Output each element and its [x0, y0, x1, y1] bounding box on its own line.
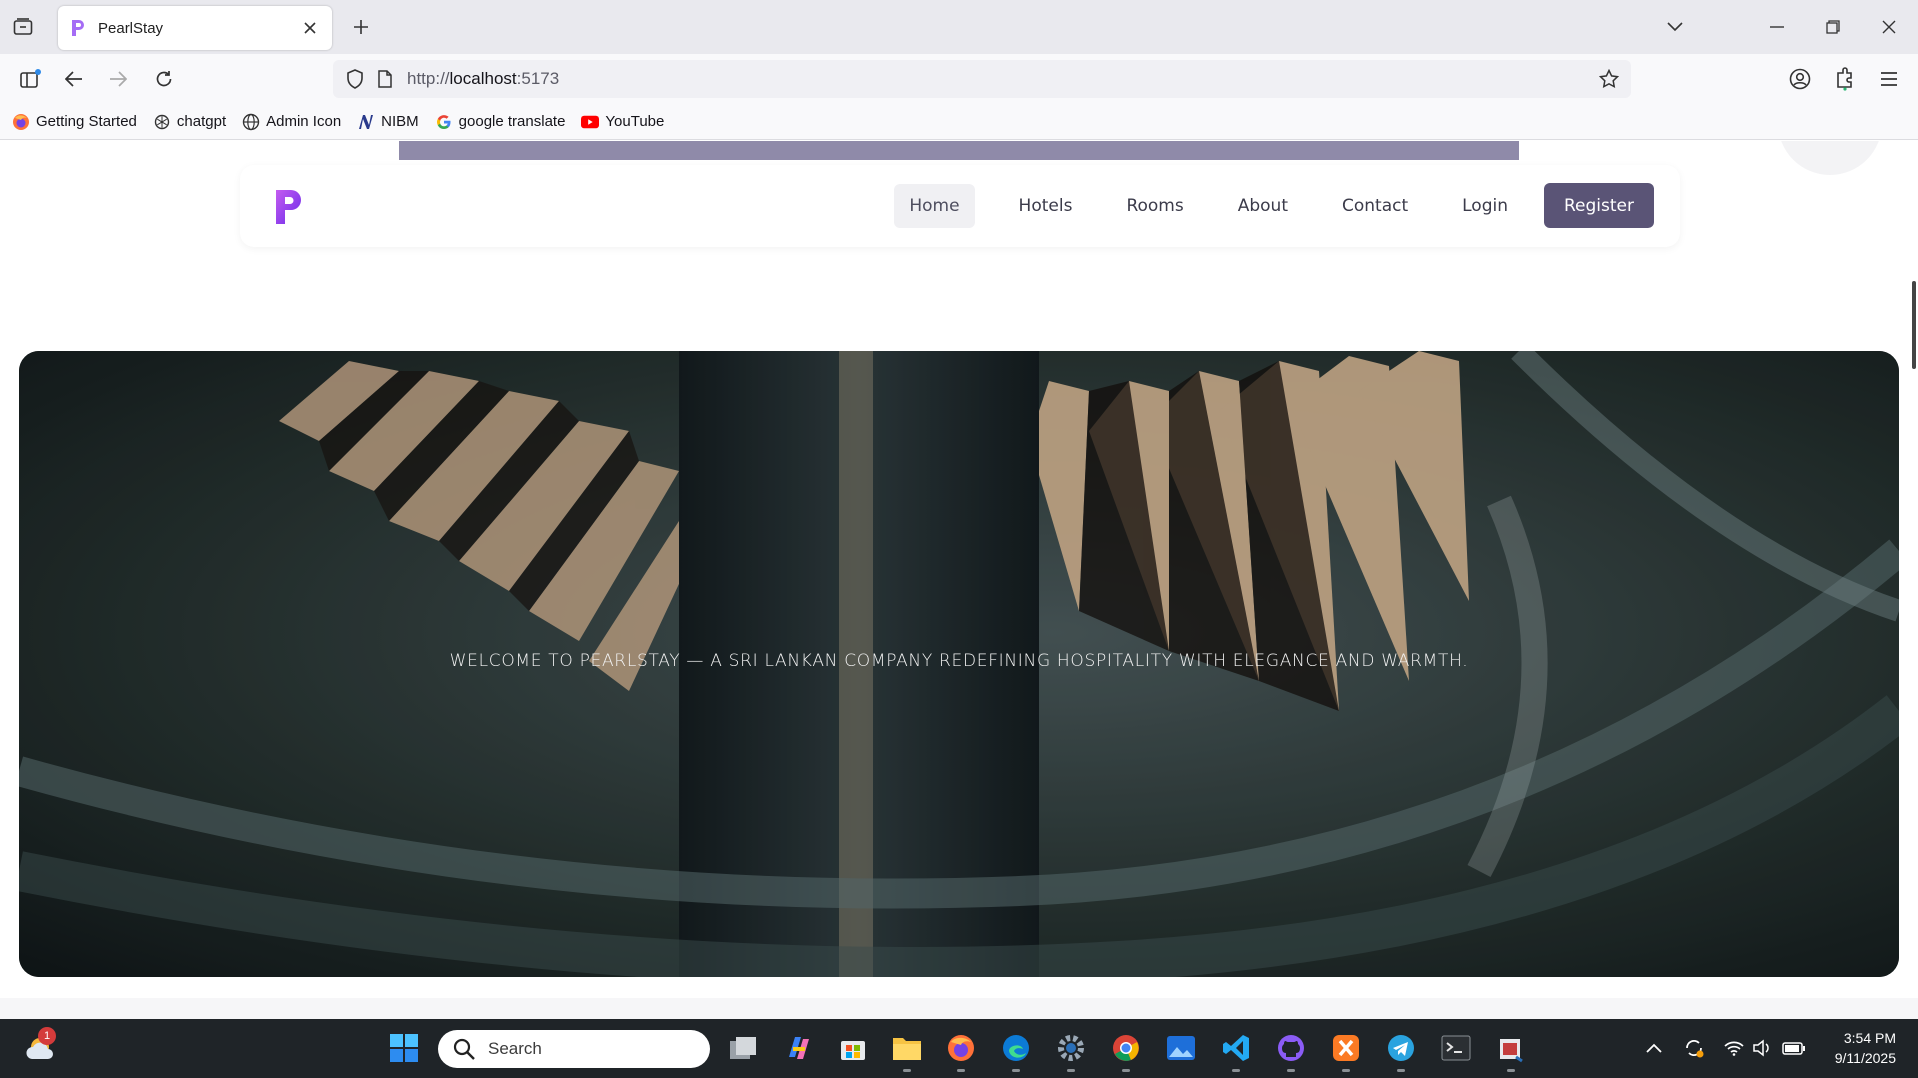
- bookmark-nibm[interactable]: NIBM: [357, 108, 419, 136]
- new-tab-icon[interactable]: [348, 14, 374, 40]
- copilot-icon[interactable]: [781, 1031, 815, 1065]
- weather-badge: 1: [38, 1027, 56, 1045]
- bookmark-label: YouTube: [605, 113, 665, 130]
- bookmark-chatgpt[interactable]: chatgpt: [153, 108, 226, 136]
- back-arrow-icon[interactable]: [58, 63, 90, 95]
- browser-toolbar: http://localhost:5173: [0, 54, 1918, 104]
- nav-hotels[interactable]: Hotels: [997, 184, 1095, 228]
- forward-arrow-icon[interactable]: [102, 63, 134, 95]
- pearlstay-favicon-icon: [72, 20, 84, 36]
- nav-rooms[interactable]: Rooms: [1104, 184, 1205, 228]
- close-window-icon[interactable]: [1874, 12, 1904, 42]
- browser-tab-bar: PearlStay: [0, 0, 1918, 54]
- sidebar-icon[interactable]: [14, 63, 46, 95]
- windows-taskbar: 1 Search 3:54 PM 9/11/2025: [0, 1019, 1918, 1078]
- clock-date: 9/11/2025: [1834, 1050, 1896, 1066]
- chatgpt-icon: [153, 113, 171, 131]
- pearlstay-logo-icon[interactable]: [272, 187, 308, 227]
- hero-video: Welcome to PearlStay — a Sri Lankan comp…: [19, 351, 1899, 977]
- bookmark-google-translate[interactable]: google translate: [435, 108, 566, 136]
- nav-login[interactable]: Login: [1440, 184, 1530, 228]
- next-section: [0, 998, 1918, 1019]
- vscode-icon[interactable]: [1219, 1031, 1253, 1072]
- terminal-icon[interactable]: [1439, 1031, 1473, 1065]
- decorative-strip: [399, 141, 1519, 160]
- restore-icon[interactable]: [1818, 12, 1848, 42]
- microsoft-store-icon[interactable]: [836, 1031, 870, 1065]
- decorative-circle: [1778, 141, 1882, 175]
- github-desktop-icon[interactable]: [1274, 1031, 1308, 1072]
- tab-title: PearlStay: [98, 19, 164, 37]
- app-menu-icon[interactable]: [1873, 63, 1905, 95]
- youtube-icon: [581, 113, 600, 131]
- reload-icon[interactable]: [148, 63, 180, 95]
- bookmark-label: google translate: [458, 113, 566, 130]
- page-viewport: Home Hotels Rooms About Contact Login Re…: [0, 141, 1918, 1019]
- photos-icon[interactable]: [1164, 1031, 1198, 1065]
- bookmark-label: NIBM: [381, 113, 419, 130]
- extensions-icon[interactable]: [1829, 63, 1861, 95]
- show-hidden-icons-chevron-up-icon[interactable]: [1642, 1036, 1666, 1060]
- bookmark-label: Getting Started: [36, 113, 137, 130]
- bookmark-star-icon[interactable]: [1595, 65, 1623, 93]
- nav-contact[interactable]: Contact: [1320, 184, 1430, 228]
- settings-gear-icon[interactable]: [1054, 1031, 1088, 1072]
- file-explorer-icon[interactable]: [890, 1031, 924, 1072]
- telegram-icon[interactable]: [1384, 1031, 1418, 1072]
- hero-tagline: Welcome to PearlStay — a Sri Lankan comp…: [449, 651, 1469, 671]
- main-nav: Home Hotels Rooms About Contact Login Re…: [894, 183, 1654, 228]
- bookmark-label: chatgpt: [176, 113, 227, 130]
- page-scrollbar[interactable]: [1912, 281, 1916, 369]
- list-all-tabs-icon[interactable]: [1660, 12, 1690, 42]
- battery-icon[interactable]: [1782, 1036, 1806, 1060]
- minimize-icon[interactable]: [1762, 12, 1792, 42]
- bookmarks-toolbar: Getting Started chatgpt Admin Icon NIBM …: [0, 104, 1918, 140]
- taskbar-search-input[interactable]: Search: [438, 1030, 710, 1068]
- task-view-icon[interactable]: [726, 1031, 760, 1065]
- site-header: Home Hotels Rooms About Contact Login Re…: [240, 165, 1680, 247]
- google-icon: [435, 113, 453, 131]
- tracking-protection-shield-icon[interactable]: [341, 65, 369, 93]
- nibm-icon: [357, 113, 375, 131]
- xampp-icon[interactable]: [1329, 1031, 1363, 1072]
- windows-start-icon[interactable]: [387, 1031, 421, 1065]
- browser-tab-active[interactable]: PearlStay: [58, 6, 332, 50]
- address-bar[interactable]: http://localhost:5173: [333, 60, 1631, 98]
- clock-time: 3:54 PM: [1843, 1030, 1896, 1046]
- search-placeholder: Search: [488, 1039, 542, 1058]
- close-tab-icon[interactable]: [300, 18, 320, 38]
- nav-home[interactable]: Home: [894, 183, 975, 228]
- bookmark-youtube[interactable]: YouTube: [581, 108, 664, 136]
- nav-about[interactable]: About: [1216, 184, 1310, 228]
- page-info-icon[interactable]: [373, 65, 397, 93]
- tab-list-icon[interactable]: [10, 14, 36, 40]
- firefox-icon: [12, 113, 30, 131]
- url-host: localhost: [449, 69, 517, 88]
- bookmark-getting-started[interactable]: Getting Started: [12, 108, 137, 136]
- firefox-taskbar-icon[interactable]: [944, 1031, 978, 1072]
- bookmark-label: Admin Icon: [266, 113, 342, 130]
- system-clock[interactable]: 3:54 PM 9/11/2025: [1835, 1028, 1896, 1068]
- chrome-icon[interactable]: [1109, 1031, 1143, 1072]
- volume-icon[interactable]: [1750, 1036, 1774, 1060]
- sync-icon[interactable]: [1682, 1036, 1706, 1060]
- url-text[interactable]: http://localhost:5173: [407, 69, 559, 89]
- snipping-tool-icon[interactable]: [1494, 1031, 1528, 1072]
- account-icon[interactable]: [1784, 63, 1816, 95]
- bookmark-admin-icon[interactable]: Admin Icon: [242, 108, 341, 136]
- register-button[interactable]: Register: [1544, 183, 1654, 228]
- globe-icon: [242, 113, 260, 131]
- url-scheme: http://: [407, 69, 450, 88]
- edge-icon[interactable]: [999, 1031, 1033, 1072]
- url-port: :5173: [516, 69, 560, 88]
- search-icon: [453, 1038, 475, 1060]
- wifi-icon[interactable]: [1722, 1036, 1746, 1060]
